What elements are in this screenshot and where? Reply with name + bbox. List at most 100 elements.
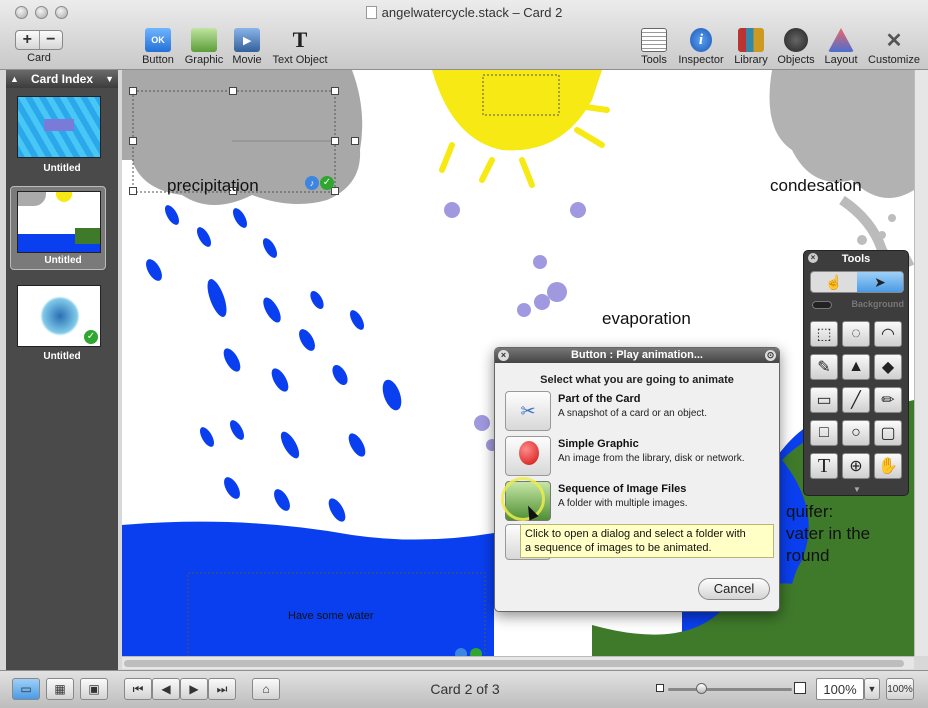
card-add-remove-control[interactable]: + − <box>15 30 63 50</box>
line-tool[interactable]: ╱ <box>842 387 870 413</box>
view-presentation-button[interactable]: ▣ <box>80 678 108 700</box>
vertical-scrollbar[interactable] <box>914 70 928 656</box>
first-icon: ⏮ <box>132 681 144 696</box>
aquifer-label-line2[interactable]: vater in the <box>786 524 870 544</box>
scissors-snapshot-icon[interactable]: ✂ <box>505 391 551 431</box>
spray-tool[interactable]: ▲ <box>842 354 870 380</box>
dialog-title: × Button : Play animation... ⊙ <box>495 348 779 363</box>
remove-card-button[interactable]: − <box>38 31 63 49</box>
resize-handle[interactable] <box>129 137 137 145</box>
resize-handle[interactable] <box>331 187 339 195</box>
menu-down-icon[interactable]: ▼ <box>105 70 114 88</box>
rect-select-tool[interactable]: ⬚ <box>810 321 838 347</box>
zoom-slider-knob[interactable] <box>696 683 707 694</box>
condensation-label[interactable]: condesation <box>770 176 862 196</box>
grid-icon: ▦ <box>54 682 66 696</box>
card-thumb-2-selected[interactable]: Untitled <box>10 186 106 270</box>
part-of-card-option[interactable]: ✂ Part of the Card A snapshot of a card … <box>505 391 775 433</box>
evaporation-label[interactable]: evaporation <box>602 309 691 329</box>
text-object-tool[interactable]: T Text Object <box>270 27 330 66</box>
layout-icon <box>828 28 854 52</box>
home-icon: ⌂ <box>262 682 270 696</box>
monitor-icon: ▣ <box>88 682 100 696</box>
balloon-icon[interactable] <box>505 436 551 476</box>
library-button[interactable]: Library <box>732 28 770 66</box>
layout-button[interactable]: Layout <box>822 28 860 66</box>
bottom-bar: ▭ ▦ ▣ ⏮ ◀ ▶ ⏭ ⌂ Card 2 of 3 100% ▼ 100% <box>0 670 928 708</box>
card-label: Card <box>27 52 51 64</box>
collapse-up-icon[interactable]: ▲ <box>10 70 19 88</box>
text-icon: T <box>292 27 308 52</box>
last-card-button[interactable]: ⏭ <box>208 678 236 700</box>
resize-handle[interactable] <box>129 187 137 195</box>
zoom-dropdown[interactable]: ▼ <box>864 678 880 700</box>
eraser-tool[interactable]: ▭ <box>810 387 838 413</box>
hand-tool[interactable]: ✋ <box>874 453 902 479</box>
resize-handle[interactable] <box>129 87 137 95</box>
graphic-tool[interactable]: Graphic <box>183 28 225 66</box>
info-icon: i <box>690 28 712 52</box>
add-card-button[interactable]: + <box>16 31 39 49</box>
zoom-tool[interactable]: ⊕ <box>842 453 870 479</box>
tools-palette: × Tools ☝ ➤ Background ⬚ ◌ ◠ ✎ ▲ ◆ ▭ ╱ ✏… <box>803 250 909 496</box>
pointer-arrow-icon[interactable]: ➤ <box>857 272 903 292</box>
movie-tool[interactable]: ▸ Movie <box>229 28 265 66</box>
resize-handle[interactable] <box>229 87 237 95</box>
resize-handle[interactable] <box>331 87 339 95</box>
precipitation-label[interactable]: precipitation <box>167 176 259 196</box>
info-circle-icon[interactable]: ⊙ <box>765 350 776 361</box>
folder-icon: ▭ <box>20 682 32 696</box>
view-single-button[interactable]: ▭ <box>12 678 40 700</box>
simple-graphic-option[interactable]: Simple Graphic An image from the library… <box>505 436 775 478</box>
large-image-icon <box>794 682 806 694</box>
close-icon[interactable]: × <box>498 350 509 361</box>
zoom-reset-button[interactable]: 100% <box>886 678 914 700</box>
aquifer-label-line3[interactable]: round <box>786 546 829 566</box>
cancel-button[interactable]: Cancel <box>698 578 770 600</box>
ok-button-icon: OK <box>145 28 171 52</box>
first-card-button[interactable]: ⏮ <box>124 678 152 700</box>
window-title: angelwatercycle.stack – Card 2 <box>0 5 928 20</box>
resize-handle[interactable] <box>331 137 339 145</box>
library-icon <box>738 28 764 52</box>
home-button[interactable]: ⌂ <box>252 678 280 700</box>
music-note-icon <box>455 648 467 656</box>
next-icon: ▶ <box>189 682 199 696</box>
zoom-level-field[interactable]: 100% <box>816 678 864 700</box>
objects-button[interactable]: Objects <box>776 28 816 66</box>
inspector-button[interactable]: i Inspector <box>676 28 726 66</box>
brush-tool[interactable]: ✎ <box>810 354 838 380</box>
rounded-rect-tool[interactable]: ▢ <box>874 420 902 446</box>
tooltip: Click to open a dialog and select a fold… <box>520 524 774 558</box>
scroll-thumb[interactable] <box>124 660 904 667</box>
oval-select-tool[interactable]: ◌ <box>842 321 870 347</box>
text-tool[interactable]: T <box>810 453 838 479</box>
horizontal-scrollbar[interactable] <box>122 656 914 669</box>
previous-card-button[interactable]: ◀ <box>152 678 180 700</box>
customize-button[interactable]: ✕ Customize <box>866 28 922 67</box>
card-index-header: ▲ Card Index ▼ <box>6 70 118 88</box>
close-icon[interactable]: × <box>808 253 818 263</box>
button-tool[interactable]: OK Button <box>138 28 178 66</box>
oval-tool[interactable]: ○ <box>842 420 870 446</box>
rectangle-tool[interactable]: □ <box>810 420 838 446</box>
background-switch-icon <box>812 301 832 309</box>
sequence-images-option[interactable]: Sequence of Image Files A folder with mu… <box>501 477 775 523</box>
lasso-tool[interactable]: ◠ <box>874 321 902 347</box>
next-card-button[interactable]: ▶ <box>180 678 208 700</box>
browse-edit-toggle[interactable]: ☝ ➤ <box>810 271 904 293</box>
browse-hand-icon[interactable]: ☝ <box>811 272 857 292</box>
view-grid-button[interactable]: ▦ <box>46 678 74 700</box>
tools-toolbar-button[interactable]: Tools <box>638 28 670 66</box>
bucket-tool[interactable]: ◆ <box>874 354 902 380</box>
zoom-slider[interactable] <box>668 683 792 694</box>
have-some-water-button[interactable]: Have some water <box>288 610 374 622</box>
card-index-sidebar: ▲ Card Index ▼ Untitled Untitled ✓ Untit… <box>6 70 118 670</box>
highlight-circle <box>501 477 545 521</box>
expand-down-icon[interactable]: ▼ <box>804 485 910 494</box>
pencil-tool[interactable]: ✏ <box>874 387 902 413</box>
previous-icon: ◀ <box>161 682 171 696</box>
resize-handle[interactable] <box>351 137 359 145</box>
aquifer-label-line1[interactable]: quifer: <box>786 502 833 522</box>
background-toggle[interactable]: Background <box>810 299 904 313</box>
